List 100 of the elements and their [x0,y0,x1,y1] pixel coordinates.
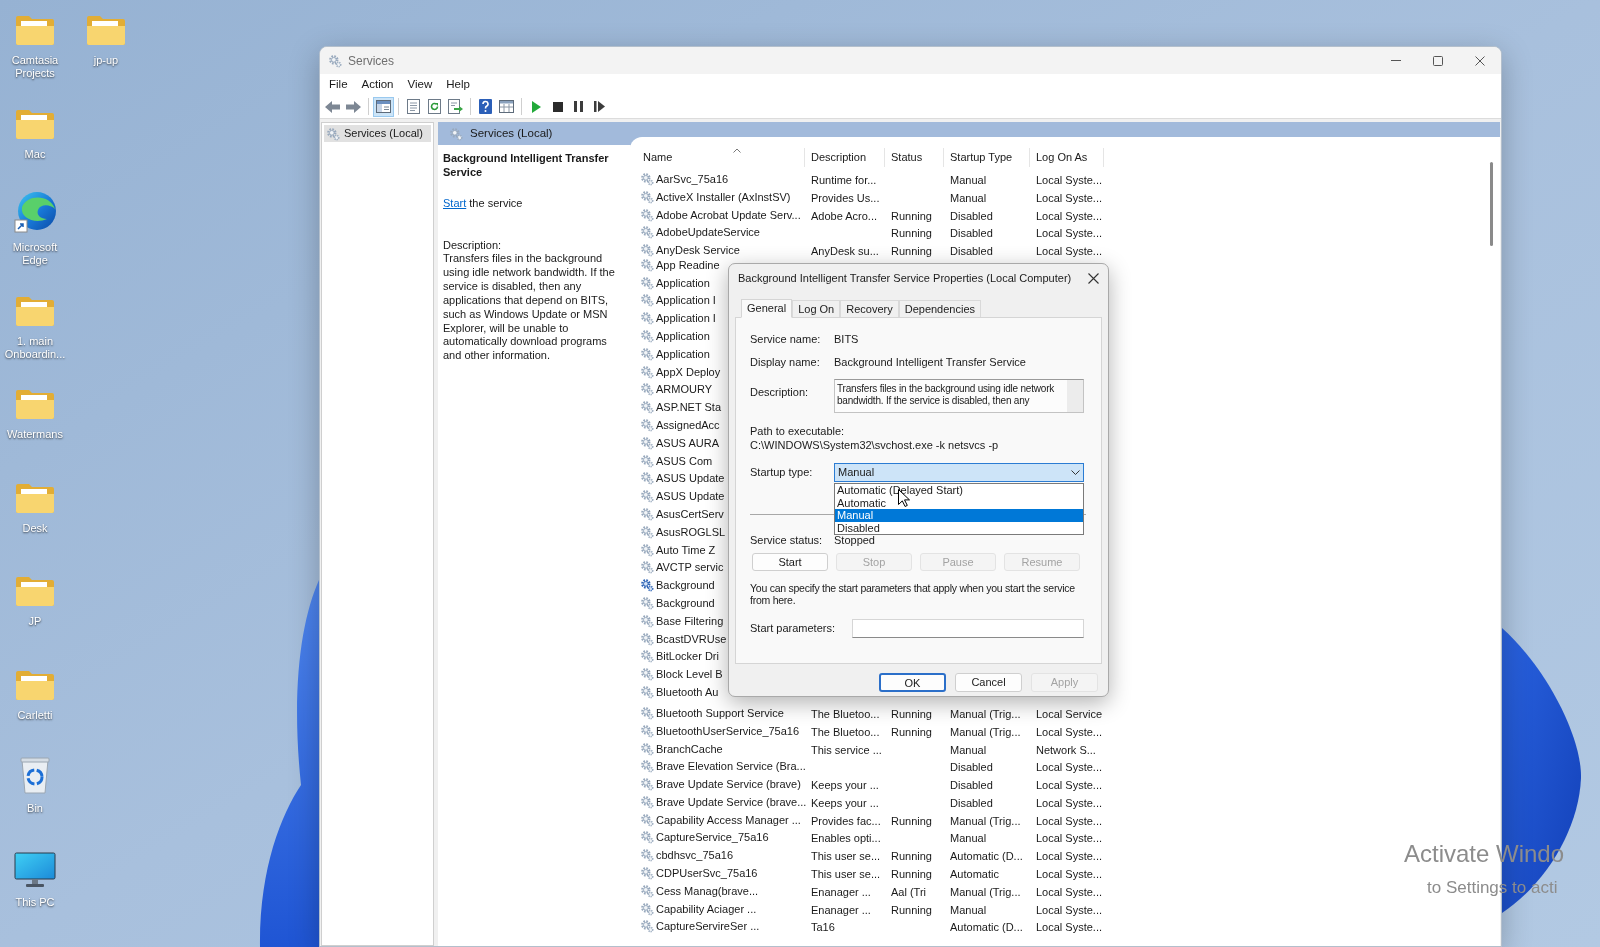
start-parameters-field[interactable] [852,619,1084,638]
table-cell: Application [656,346,710,361]
table-cell: AdobeUpdateService [656,225,760,240]
close-icon [1087,273,1099,284]
table-cell: Enables opti... [811,832,881,845]
table-cell: Manual [950,832,987,845]
tab[interactable]: Dependencies [898,300,982,317]
column-header[interactable]: Name [636,148,805,167]
field-label: Service status: [750,532,824,548]
table-cell: BranchCache [656,741,723,756]
gear-icon [328,53,342,68]
description-label: Description: [443,238,503,252]
tab[interactable]: Log On [792,300,841,317]
table-cell: Aal (Tri [891,885,927,898]
table-cell: Manual [950,191,987,204]
column-header[interactable]: Status [885,148,944,167]
column-header[interactable]: Description [805,148,885,167]
table-cell: cbdhsvc_75a16 [656,848,734,863]
startup-type-dropdown[interactable]: Manual [834,463,1084,482]
table-cell: Enanager ... [811,885,871,898]
table-cell: BitLocker Dri [656,649,719,664]
table-cell: Running [891,725,932,738]
play-icon [532,100,541,113]
field-value: C:\WINDOWS\System32\svchost.exe -k netsvcs -p [750,438,1000,452]
folder-icon [15,294,55,327]
column-header[interactable]: Startup Type [944,148,1030,167]
export-icon [447,99,464,114]
column-header[interactable]: Log On As [1030,148,1104,167]
table-cell: Disabled [950,245,993,258]
table-cell: BcastDVRUse [656,631,727,646]
table-cell: ASUS Update [656,489,725,504]
dropdown-option[interactable]: Automatic (Delayed Start) [835,484,1083,497]
table-cell: Application I [656,293,716,308]
swirl-logo-icon [14,191,56,233]
table-cell: Running [891,245,932,258]
table-cell: Running [891,707,932,720]
dropdown-option[interactable]: Disabled [835,521,1083,534]
table-cell: Application I [656,311,716,326]
field-label: Description: [750,385,810,400]
menu-item[interactable]: View [400,74,440,95]
field-label: Display name: [750,354,821,370]
tab[interactable]: Recovery [840,300,899,317]
table-cell: Automatic (D... [950,850,1023,863]
tree-item[interactable]: Services (Local) [324,125,431,142]
table-cell: The Bluetoo... [811,725,880,738]
dropdown-option[interactable]: Automatic [835,496,1083,509]
table-cell: AsusROGLSL [656,524,726,539]
right-arrow-icon [346,100,361,113]
table-cell: Provides Us... [811,191,880,204]
table-cell: Capability Access Manager ... [656,812,801,827]
field-label: Startup type: [750,465,814,481]
tab[interactable]: General [741,299,793,318]
maximize-icon [1433,55,1443,66]
stop-icon [552,101,563,112]
folder-icon [15,107,55,140]
table-cell: Enanager ... [811,903,871,916]
table-cell: Disabled [950,227,993,240]
table-cell: AarSvc_75a16 [656,172,729,186]
folder-icon [86,14,126,46]
table-cell: Manual [950,743,987,756]
table-cell: The Bluetoo... [811,707,880,720]
table-cell: Cess Manag(brave... [656,883,759,898]
refresh-icon [427,99,442,114]
hint-text: You can specify the start parameters that apply when you start the service from here. [750,582,1076,606]
pane-title: Services (Local) [470,125,553,141]
start-link[interactable]: Start [443,197,467,209]
table-cell: Application [656,329,710,344]
scrollbar-thumb[interactable] [1490,162,1493,246]
table-cell: Auto Time Z [656,542,716,557]
table-cell: Local Syste... [1036,796,1103,809]
table-cell: Ta16 [811,921,835,934]
description-field[interactable]: Transfers files in the background using idle network bandwidth. If the service is disabled, then any [834,379,1084,413]
trash-bin-icon [19,756,51,794]
table-cell: App Readine [656,257,720,272]
menu-item[interactable]: File [322,74,355,95]
table-cell: Manual (Trig... [950,725,1021,738]
table-cell: Capability Aciager ... [656,901,757,916]
scrollbar-track[interactable] [1067,380,1083,412]
dropdown-option[interactable]: Manual [835,509,1083,522]
table-cell: Local Syste... [1036,814,1103,827]
table-cell: Runtime for... [811,174,877,186]
bar-play-icon [594,101,605,112]
table-cell: Background [656,578,715,593]
folder-icon [15,575,55,607]
table-cell: Automatic (D... [950,921,1023,934]
table-cell: Running [891,209,932,222]
table-cell: BluetoothUserService_75a16 [656,723,800,738]
service-control-button[interactable]: Start [752,553,828,571]
table-cell: Application [656,275,710,290]
menu-item[interactable]: Help [439,74,477,95]
dialog-button[interactable]: Cancel [955,673,1022,692]
table-cell: AppX Deploy [656,364,721,379]
table-cell: ASP.NET Sta [656,400,722,415]
table-cell: This user se... [811,850,881,863]
dialog-button[interactable]: OK [879,673,946,692]
table-cell: ARMOURY [656,382,713,397]
table-cell: This service ... [811,743,882,756]
table-cell: Local Syste... [1036,885,1103,898]
menu-item[interactable]: Action [354,74,401,95]
table-cell: Local Service [1036,707,1103,720]
